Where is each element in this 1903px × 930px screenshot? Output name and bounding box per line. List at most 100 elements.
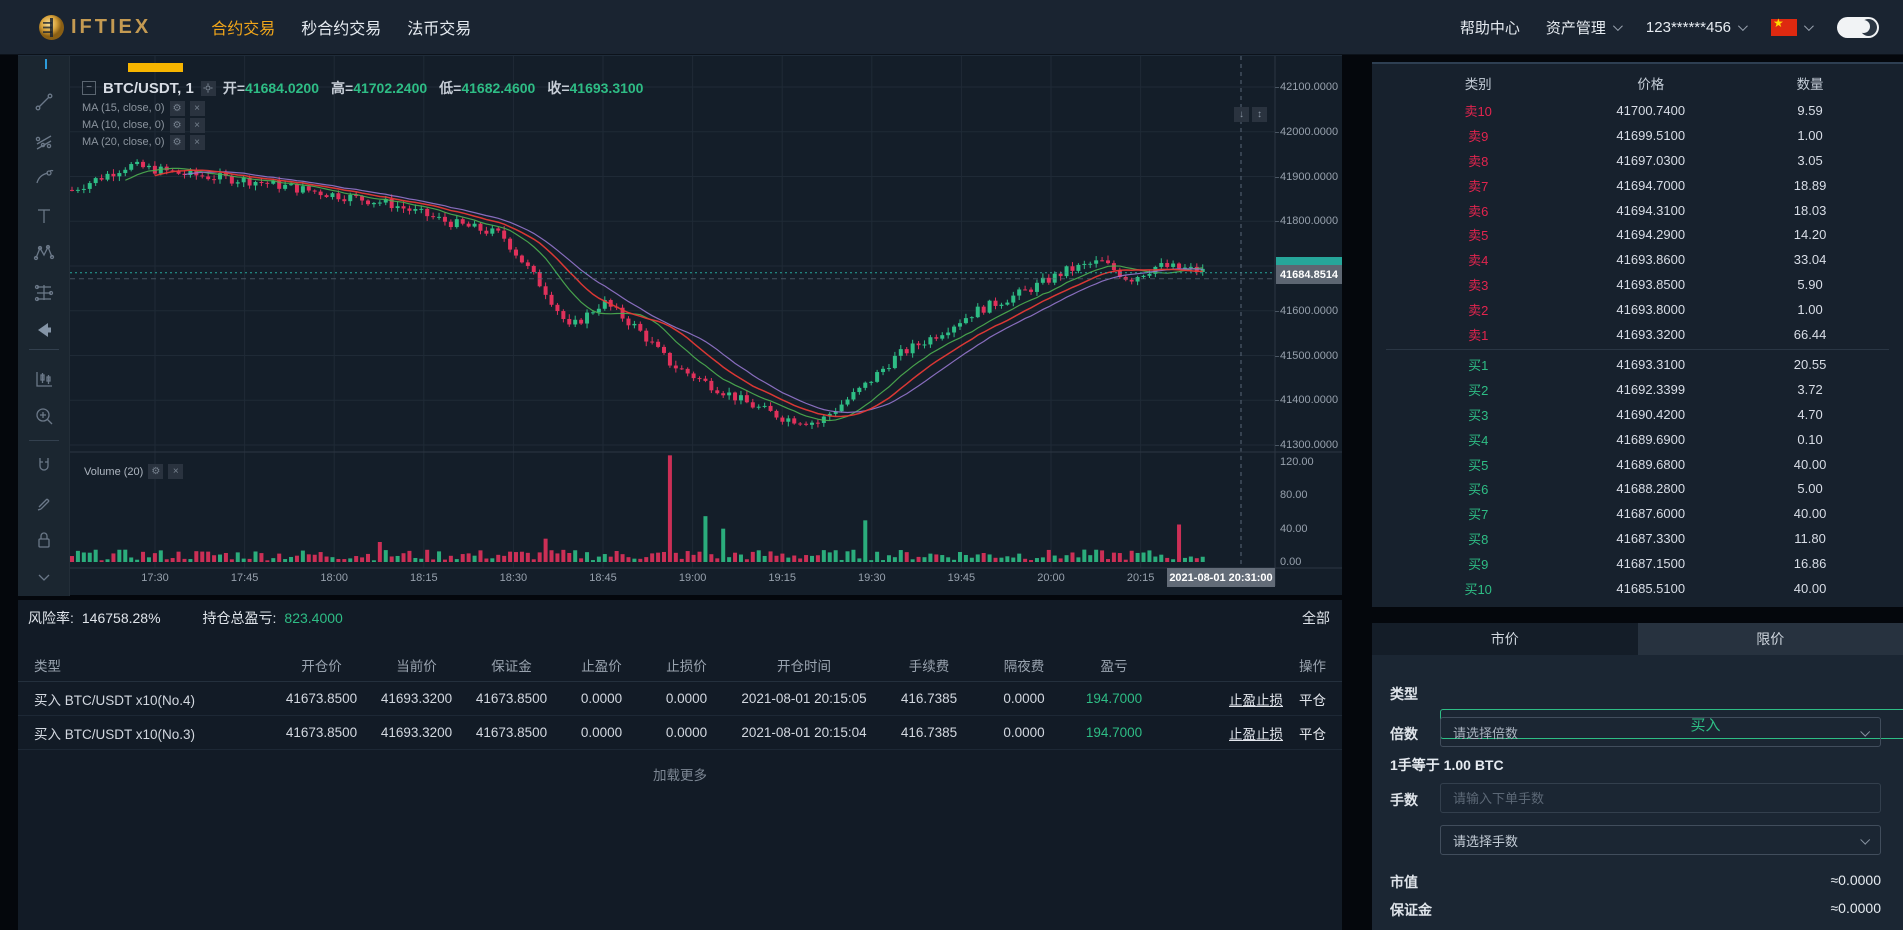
lock-icon[interactable]: [32, 528, 56, 552]
bid-row[interactable]: 买10 41685.5100 40.00: [1372, 576, 1903, 601]
text-tool-icon[interactable]: [32, 204, 56, 228]
zoom-in-icon[interactable]: [32, 404, 56, 428]
bid-row[interactable]: 买3 41690.4200 4.70: [1372, 402, 1903, 427]
navbar-right: 帮助中心 资产管理 123******456 ★: [1460, 16, 1879, 38]
account-menu[interactable]: 123******456: [1646, 19, 1748, 36]
trading-app: IFTIEX 合约交易 秒合约交易 法币交易 帮助中心 资产管理 123****…: [0, 0, 1903, 930]
brush-icon[interactable]: [32, 166, 56, 190]
tp-sl-link[interactable]: 止盈止损: [1229, 727, 1283, 742]
ask-row[interactable]: 卖6 41694.3100 18.03: [1372, 198, 1903, 223]
nav-item-second-contract[interactable]: 秒合约交易: [299, 11, 383, 43]
time-tick-label: 19:15: [768, 572, 796, 584]
tab-limit-price[interactable]: 限价: [1637, 623, 1903, 655]
ohlc-values: 开=41684.0200 高=41702.2400 低=41682.4600 收…: [222, 80, 644, 96]
forecast-icon[interactable]: [32, 280, 56, 304]
position-pnl: 194.7000: [1085, 691, 1143, 706]
asset-management-menu[interactable]: 资产管理: [1546, 17, 1623, 38]
price-tick-label: 41800.0000: [1280, 215, 1339, 228]
ma-indicator-row: MA (10, close, 0) ⚙ ×: [82, 117, 643, 133]
gear-icon[interactable]: ⚙: [148, 464, 164, 479]
theme-toggle[interactable]: [1837, 16, 1879, 38]
trend-line-icon[interactable]: [32, 90, 56, 114]
chevron-down-icon: [1860, 726, 1871, 737]
ask-row[interactable]: 卖2 41693.8000 1.00: [1372, 297, 1903, 322]
price-tick-label: 41300.0000: [1280, 439, 1339, 451]
ask-row[interactable]: 卖7 41694.7000 18.89: [1372, 173, 1903, 198]
chevron-down-icon[interactable]: [32, 565, 56, 589]
close-icon[interactable]: ×: [168, 464, 184, 479]
xabcd-pattern-icon[interactable]: [32, 241, 56, 265]
bid-row[interactable]: 买8 41687.3300 11.80: [1372, 526, 1903, 551]
close-position-link[interactable]: 平仓: [1299, 693, 1326, 708]
tab-market-price[interactable]: 市价: [1372, 623, 1638, 655]
close-position-link[interactable]: 平仓: [1299, 727, 1326, 742]
gear-icon[interactable]: [200, 80, 216, 96]
volume-tick-label: 40.00: [1280, 522, 1308, 535]
load-more-button[interactable]: 加载更多: [18, 764, 1342, 784]
bid-row[interactable]: 买6 41688.2800 5.00: [1372, 477, 1903, 502]
margin-label: 保证金: [1390, 902, 1432, 918]
account-summary-row: 风险率: 146758.28% 持仓总盈亏: 823.4000 全部: [18, 600, 1342, 636]
lots-select[interactable]: 请选择手数: [1440, 825, 1881, 855]
help-center-link[interactable]: 帮助中心: [1460, 17, 1520, 38]
positions-panel: 风险率: 146758.28% 持仓总盈亏: 823.4000 全部 类型 开仓…: [18, 600, 1342, 930]
lots-label: 手数: [1390, 792, 1418, 808]
order-book-header: 类别 价格 数量: [1372, 68, 1903, 98]
ask-row[interactable]: 卖3 41693.8500 5.90: [1372, 272, 1903, 297]
arrow-left-icon[interactable]: [32, 318, 56, 342]
close-icon[interactable]: ×: [189, 100, 205, 116]
drawing-toolbar: [18, 56, 70, 596]
pencil-icon[interactable]: [32, 490, 56, 514]
ma-indicator-row: MA (20, close, 0) ⚙ ×: [82, 134, 643, 150]
scroll-down-button[interactable]: ↓: [1234, 107, 1249, 122]
leverage-select[interactable]: 请选择倍数: [1440, 717, 1881, 747]
axis-tick: [1275, 131, 1279, 133]
bid-row[interactable]: 买2 41692.3399 3.72: [1372, 377, 1903, 402]
lots-input-wrap: [1440, 783, 1881, 813]
gear-icon[interactable]: ⚙: [169, 117, 185, 133]
axis-tick: [1275, 445, 1279, 446]
lots-input[interactable]: [1453, 790, 1868, 806]
chevron-down-icon: [1803, 20, 1814, 31]
fib-lines-icon[interactable]: [32, 129, 56, 153]
ask-row[interactable]: 卖8 41697.0300 3.05: [1372, 148, 1903, 173]
book-divider: [1386, 349, 1889, 350]
axis-tick: [1275, 176, 1279, 178]
bid-row[interactable]: 买4 41689.6900 0.10: [1372, 427, 1903, 452]
axis-tick: [1275, 221, 1279, 223]
scale-reset-button[interactable]: ↕: [1252, 107, 1267, 122]
bid-row[interactable]: 买9 41687.1500 16.86: [1372, 551, 1903, 576]
best-price-marker: [1276, 257, 1342, 265]
tp-sl-link[interactable]: 止盈止损: [1229, 693, 1283, 708]
ask-row[interactable]: 卖10 41700.7400 9.59: [1372, 98, 1903, 123]
filter-all-link[interactable]: 全部: [1302, 608, 1330, 628]
bid-row[interactable]: 买7 41687.6000 40.00: [1372, 501, 1903, 526]
close-icon[interactable]: ×: [189, 117, 205, 133]
axis-tick: [1275, 310, 1279, 312]
logo[interactable]: IFTIEX: [38, 14, 151, 41]
ask-row[interactable]: 卖4 41693.8600 33.04: [1372, 247, 1903, 272]
risk-rate-label: 风险率:: [28, 610, 74, 626]
total-pnl-label: 持仓总盈亏:: [202, 610, 277, 626]
close-icon[interactable]: ×: [189, 134, 205, 150]
time-tick-label: 17:45: [230, 572, 259, 584]
ask-row[interactable]: 卖1 41693.3200 66.44: [1372, 322, 1903, 347]
nav-item-contract-trading[interactable]: 合约交易: [209, 11, 277, 43]
price-tick-label: 41600.0000: [1280, 304, 1339, 317]
language-selector[interactable]: ★: [1771, 16, 1814, 36]
candle-chart-icon[interactable]: [32, 367, 56, 391]
gear-icon[interactable]: ⚙: [169, 100, 185, 116]
collapse-legend-icon[interactable]: −: [82, 81, 96, 95]
bid-row[interactable]: 买1 41693.3100 20.55: [1372, 352, 1903, 377]
asks-list: 卖10 41700.7400 9.59 卖9 41699.5100 1.00 卖8 41697…: [1372, 98, 1903, 347]
gear-icon[interactable]: ⚙: [169, 134, 185, 150]
navbar: IFTIEX 合约交易 秒合约交易 法币交易 帮助中心 资产管理 123****…: [0, 0, 1903, 55]
bid-row[interactable]: 买5 41689.6800 40.00: [1372, 452, 1903, 477]
ask-row[interactable]: 卖5 41694.2900 14.20: [1372, 223, 1903, 248]
chart-panel: − BTC/USDT, 1 开=41684.0200 高=41702.2400 …: [18, 55, 1342, 596]
logo-coin-icon: [39, 14, 64, 40]
position-pnl: 194.7000: [1085, 725, 1143, 740]
magnet-icon[interactable]: [32, 453, 56, 477]
nav-item-fiat-trading[interactable]: 法币交易: [405, 11, 473, 43]
ask-row[interactable]: 卖9 41699.5100 1.00: [1372, 123, 1903, 148]
